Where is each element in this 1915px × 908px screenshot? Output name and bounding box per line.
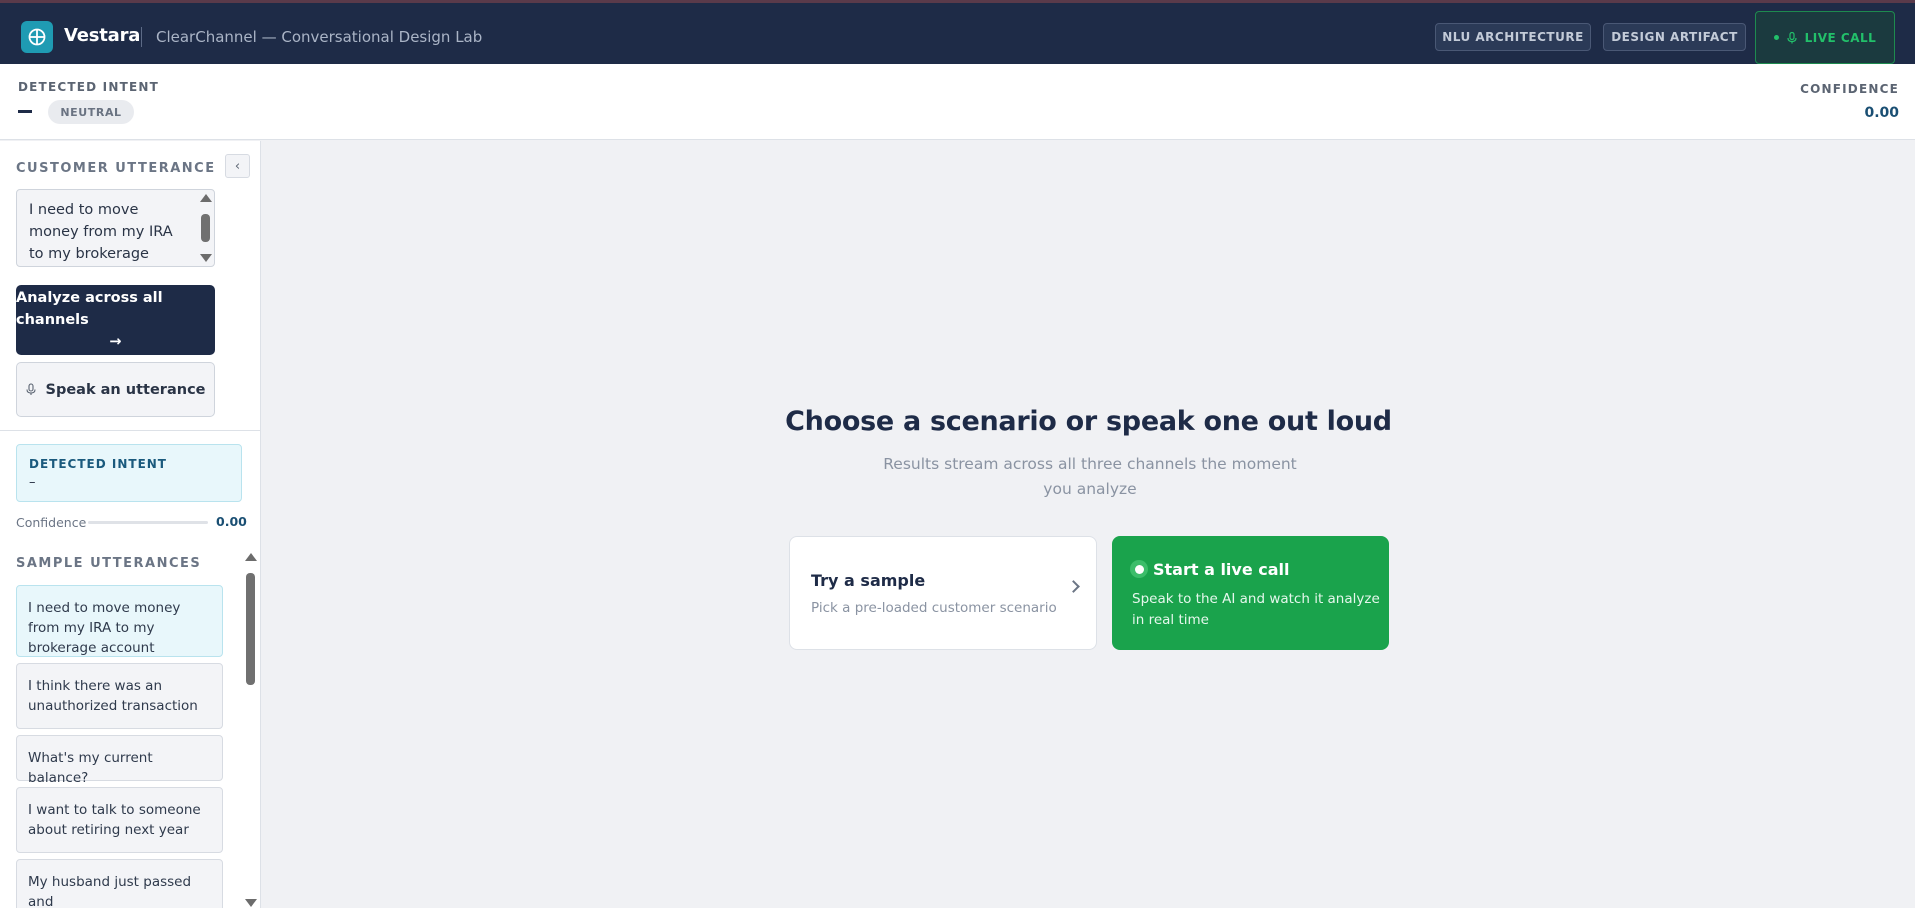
sample-utterances-title: SAMPLE UTTERANCES	[16, 556, 202, 571]
sample-utterance-item[interactable]: I need to move money from my IRA to my b…	[16, 585, 223, 657]
design-artifact-button[interactable]: DESIGN ARTIFACT	[1603, 23, 1746, 51]
try-sample-subtitle: Pick a pre-loaded customer scenario	[811, 600, 1057, 616]
scroll-down-arrow-icon[interactable]	[200, 254, 212, 262]
try-sample-title: Try a sample	[811, 571, 926, 590]
brand-divider	[141, 27, 142, 47]
utterance-scrollbar[interactable]	[198, 192, 212, 264]
confidence-value: 0.00	[1864, 105, 1899, 121]
scroll-thumb[interactable]	[201, 214, 210, 242]
try-sample-card[interactable]: Try a sample Pick a pre-loaded customer …	[789, 536, 1097, 650]
collapse-sidebar-button[interactable]: ‹	[225, 154, 250, 178]
intent-status-bar: DETECTED INTENT NEUTRAL CONFIDENCE 0.00	[0, 64, 1915, 140]
empty-state-subtitle: Results stream across all three channels…	[883, 455, 1297, 498]
chevron-right-icon	[1067, 580, 1080, 593]
live-call-label: LIVE CALL	[1804, 30, 1877, 45]
chevron-left-icon: ‹	[234, 158, 241, 174]
start-live-call-subtitle: Speak to the AI and watch it analyze in …	[1132, 591, 1380, 628]
utterance-textarea[interactable]: I need to move money from my IRA to my b…	[16, 189, 215, 267]
record-dot-icon	[1130, 560, 1148, 578]
start-live-call-card[interactable]: Start a live call Speak to the AI and wa…	[1112, 536, 1389, 650]
scroll-thumb[interactable]	[246, 573, 255, 685]
live-call-button[interactable]: LIVE CALL	[1755, 11, 1895, 64]
vestara-logo-icon[interactable]	[21, 21, 53, 53]
confidence-row-value: 0.00	[216, 514, 247, 529]
sample-utterances-scrollbar[interactable]	[244, 549, 258, 908]
compass-icon	[28, 28, 46, 46]
sample-utterance-item[interactable]: I want to talk to someone about retiring…	[16, 787, 223, 853]
detected-intent-label: DETECTED INTENT	[18, 80, 159, 94]
confidence-row-label: Confidence	[16, 515, 87, 530]
microphone-icon	[25, 383, 36, 395]
app-subtitle: ClearChannel — Conversational Design Lab	[156, 28, 483, 46]
nlu-architecture-button[interactable]: NLU ARCHITECTURE	[1435, 23, 1591, 51]
start-live-call-title: Start a live call	[1153, 560, 1290, 579]
detected-intent-card-value: –	[29, 475, 36, 490]
detected-intent-card: DETECTED INTENT –	[16, 444, 242, 502]
scroll-down-arrow-icon[interactable]	[245, 899, 257, 907]
brand-name: Vestara	[64, 25, 141, 46]
speak-button-label: Speak an utterance	[45, 381, 206, 398]
microphone-icon	[1787, 31, 1797, 43]
confidence-progress-bar	[88, 521, 208, 524]
sample-utterances-list: I need to move money from my IRA to my b…	[16, 585, 223, 908]
detected-intent-card-label: DETECTED INTENT	[29, 457, 167, 471]
sidebar: CUSTOMER UTTERANCE ‹ I need to move mone…	[0, 141, 261, 908]
intent-dash-icon	[18, 110, 32, 113]
sample-utterance-item[interactable]: My husband just passed and	[16, 859, 223, 908]
arrow-right-icon: →	[109, 334, 122, 350]
utterance-text: I need to move money from my IRA to my b…	[29, 202, 173, 262]
sample-utterance-item[interactable]: What's my current balance?	[16, 735, 223, 786]
customer-utterance-title: CUSTOMER UTTERANCE	[16, 161, 216, 176]
sidebar-divider	[0, 430, 261, 431]
sample-utterance-item[interactable]: I think there was an unauthorized transa…	[16, 663, 223, 729]
status-dot-icon	[1773, 35, 1779, 40]
analyze-button-label: Analyze across all channels	[16, 290, 163, 328]
top-bar: Vestara ClearChannel — Conversational De…	[0, 0, 1915, 64]
scroll-up-arrow-icon[interactable]	[245, 553, 257, 561]
scroll-up-arrow-icon[interactable]	[200, 194, 212, 202]
sentiment-badge: NEUTRAL	[48, 100, 134, 124]
speak-utterance-button[interactable]: Speak an utterance	[16, 362, 215, 417]
empty-state-title: Choose a scenario or speak one out loud	[785, 406, 1392, 437]
confidence-label: CONFIDENCE	[1800, 82, 1899, 96]
analyze-button[interactable]: Analyze across all channels →	[16, 285, 215, 355]
